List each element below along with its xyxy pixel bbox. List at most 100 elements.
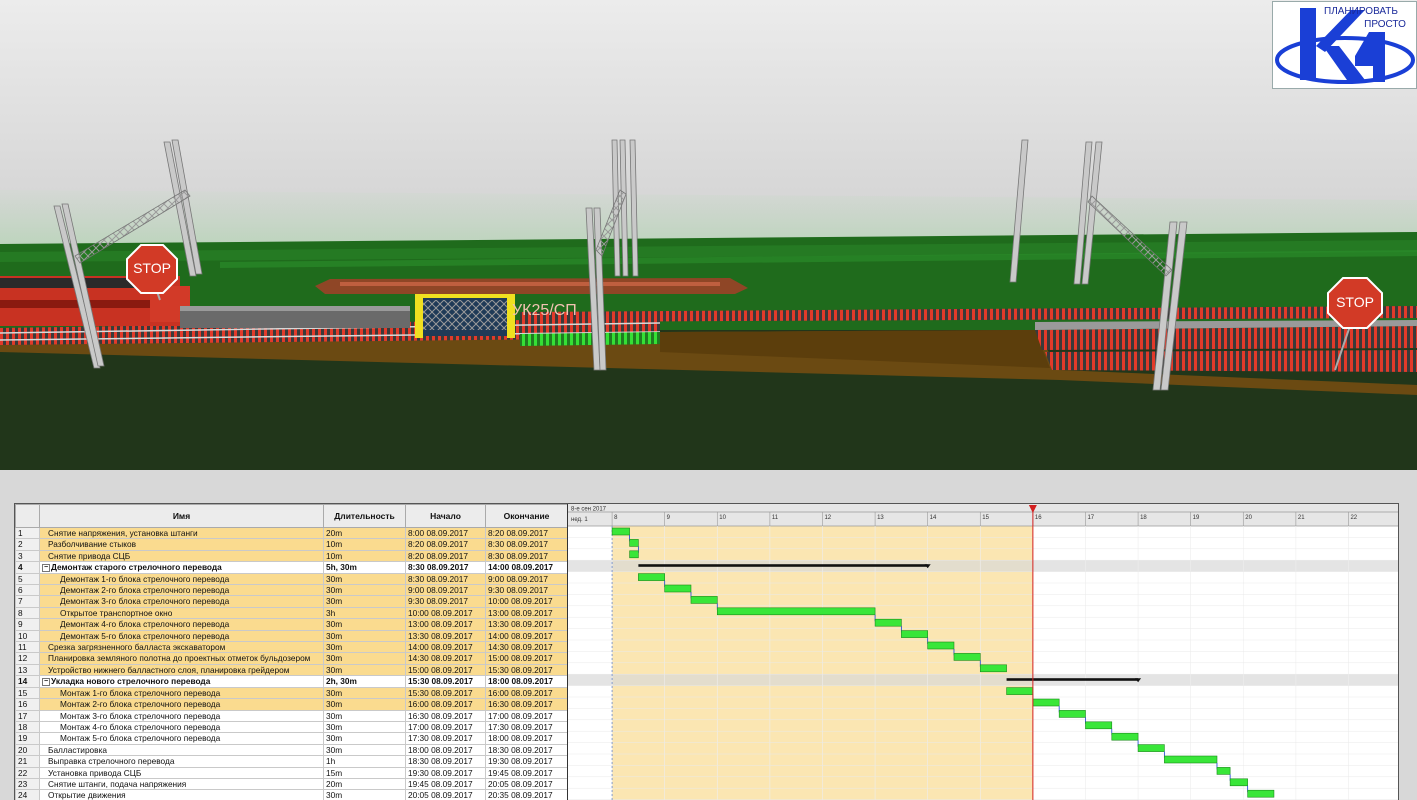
task-duration-cell[interactable]: 5h, 30m: [323, 561, 406, 574]
task-start-cell[interactable]: 17:00 08.09.2017: [405, 720, 486, 734]
task-row[interactable]: 6 Демонтаж 2-го блока стрелочного перевод…: [15, 584, 567, 597]
task-name-cell[interactable]: Устройство нижнего балластного слоя, пла…: [39, 663, 324, 677]
task-duration-cell[interactable]: 3h: [323, 606, 406, 620]
task-name-cell[interactable]: Срезка загрязненного балласта экскаватор…: [39, 641, 324, 654]
task-start-cell[interactable]: 16:00 08.09.2017: [405, 698, 486, 711]
task-start-cell[interactable]: 15:00 08.09.2017: [405, 663, 486, 677]
task-row[interactable]: 14− Укладка нового стрелочного перевода 2h…: [15, 675, 567, 688]
task-finish-cell[interactable]: 8:30 08.09.2017: [485, 549, 567, 563]
task-row[interactable]: 22 Установка привода СЦБ 15m 19:30 08.09.20…: [15, 766, 567, 779]
task-name-cell[interactable]: − Демонтаж старого стрелочного перевода: [39, 561, 324, 574]
task-duration-cell[interactable]: 10m: [323, 549, 406, 563]
task-finish-cell[interactable]: 14:30 08.09.2017: [485, 641, 567, 654]
task-row[interactable]: 4− Демонтаж старого стрелочного перевода 5…: [15, 561, 567, 574]
task-name-cell[interactable]: Монтаж 5-го блока стрелочного перевода: [39, 732, 324, 745]
task-finish-cell[interactable]: 15:00 08.09.2017: [485, 652, 567, 665]
task-start-cell[interactable]: 8:30 08.09.2017: [405, 561, 486, 574]
task-start-cell[interactable]: 15:30 08.09.2017: [405, 675, 486, 688]
task-name-cell[interactable]: Демонтаж 4-го блока стрелочного перевода: [39, 618, 324, 631]
task-finish-cell[interactable]: 16:30 08.09.2017: [485, 698, 567, 711]
task-duration-cell[interactable]: 10m: [323, 538, 406, 551]
task-row[interactable]: 23 Снятие штанги, подача напряжения 20m 19:…: [15, 777, 567, 791]
task-row[interactable]: 1 Снятие напряжения, установка штанги 20m 8…: [15, 526, 567, 540]
task-finish-cell[interactable]: 16:00 08.09.2017: [485, 686, 567, 700]
task-finish-cell[interactable]: 17:30 08.09.2017: [485, 720, 567, 734]
task-duration-cell[interactable]: 30m: [323, 789, 406, 800]
task-name-cell[interactable]: Открытие движения: [39, 789, 324, 800]
task-start-cell[interactable]: 20:05 08.09.2017: [405, 789, 486, 800]
column-header-finish[interactable]: Окончание: [485, 504, 567, 528]
task-duration-cell[interactable]: 30m: [323, 572, 406, 586]
task-finish-cell[interactable]: 9:00 08.09.2017: [485, 572, 567, 586]
task-duration-cell[interactable]: 1h: [323, 755, 406, 768]
task-finish-cell[interactable]: 14:00 08.09.2017: [485, 629, 567, 643]
task-duration-cell[interactable]: 30m: [323, 584, 406, 597]
task-duration-cell[interactable]: 20m: [323, 526, 406, 540]
task-start-cell[interactable]: 8:00 08.09.2017: [405, 526, 486, 540]
task-finish-cell[interactable]: 18:30 08.09.2017: [485, 743, 567, 757]
task-name-cell[interactable]: Демонтаж 1-го блока стрелочного перевода: [39, 572, 324, 586]
task-row[interactable]: 7 Демонтаж 3-го блока стрелочного перевод…: [15, 595, 567, 608]
task-row[interactable]: 10 Демонтаж 5-го блока стрелочного перево…: [15, 629, 567, 643]
task-row[interactable]: 20 Балластировка 30m 18:00 08.09.2017 18:30 …: [15, 743, 567, 757]
task-duration-cell[interactable]: 30m: [323, 743, 406, 757]
task-name-cell[interactable]: Монтаж 3-го блока стрелочного перевода: [39, 709, 324, 722]
task-duration-cell[interactable]: 30m: [323, 618, 406, 631]
task-row[interactable]: 13 Устройство нижнего балластного слоя, п…: [15, 663, 567, 677]
task-row[interactable]: 16 Монтаж 2-го блока стрелочного перевода…: [15, 698, 567, 711]
task-start-cell[interactable]: 8:30 08.09.2017: [405, 572, 486, 586]
task-start-cell[interactable]: 14:30 08.09.2017: [405, 652, 486, 665]
column-header-duration[interactable]: Длительность: [323, 504, 406, 528]
task-name-cell[interactable]: Демонтаж 3-го блока стрелочного перевода: [39, 595, 324, 608]
column-header-start[interactable]: Начало: [405, 504, 486, 528]
task-duration-cell[interactable]: 30m: [323, 732, 406, 745]
task-finish-cell[interactable]: 17:00 08.09.2017: [485, 709, 567, 722]
task-finish-cell[interactable]: 13:30 08.09.2017: [485, 618, 567, 631]
task-start-cell[interactable]: 13:00 08.09.2017: [405, 618, 486, 631]
task-start-cell[interactable]: 15:30 08.09.2017: [405, 686, 486, 700]
task-start-cell[interactable]: 13:30 08.09.2017: [405, 629, 486, 643]
task-start-cell[interactable]: 8:20 08.09.2017: [405, 549, 486, 563]
task-row[interactable]: 18 Монтаж 4-го блока стрелочного перевода…: [15, 720, 567, 734]
task-start-cell[interactable]: 19:45 08.09.2017: [405, 777, 486, 791]
task-name-cell[interactable]: Разболчивание стыков: [39, 538, 324, 551]
task-finish-cell[interactable]: 8:30 08.09.2017: [485, 538, 567, 551]
task-duration-cell[interactable]: 30m: [323, 698, 406, 711]
task-row[interactable]: 3 Снятие привода СЦБ 10m 8:20 08.09.2017 8:3…: [15, 549, 567, 563]
task-row[interactable]: 19 Монтаж 5-го блока стрелочного перевода…: [15, 732, 567, 745]
task-name-cell[interactable]: Монтаж 4-го блока стрелочного перевода: [39, 720, 324, 734]
task-name-cell[interactable]: Снятие штанги, подача напряжения: [39, 777, 324, 791]
task-duration-cell[interactable]: 30m: [323, 595, 406, 608]
task-finish-cell[interactable]: 9:30 08.09.2017: [485, 584, 567, 597]
task-start-cell[interactable]: 9:00 08.09.2017: [405, 584, 486, 597]
task-row[interactable]: 2 Разболчивание стыков 10m 8:20 08.09.2017 8…: [15, 538, 567, 551]
task-row[interactable]: 15 Монтаж 1-го блока стрелочного перевода…: [15, 686, 567, 700]
task-duration-cell[interactable]: 20m: [323, 777, 406, 791]
task-name-cell[interactable]: Выправка стрелочного перевода: [39, 755, 324, 768]
task-finish-cell[interactable]: 20:05 08.09.2017: [485, 777, 567, 791]
task-finish-cell[interactable]: 19:45 08.09.2017: [485, 766, 567, 779]
task-start-cell[interactable]: 18:00 08.09.2017: [405, 743, 486, 757]
task-finish-cell[interactable]: 18:00 08.09.2017: [485, 675, 567, 688]
task-name-cell[interactable]: Демонтаж 5-го блока стрелочного перевода: [39, 629, 324, 643]
task-start-cell[interactable]: 10:00 08.09.2017: [405, 606, 486, 620]
gantt-chart[interactable]: 8-е сен 2017 нед. 1 8 9 10 11 12 13 14 15 16 17 18 19…: [568, 504, 1398, 800]
task-name-cell[interactable]: Снятие привода СЦБ: [39, 549, 324, 563]
task-row[interactable]: 21 Выправка стрелочного перевода 1h 18:30 0…: [15, 755, 567, 768]
task-name-cell[interactable]: Демонтаж 2-го блока стрелочного перевода: [39, 584, 324, 597]
task-finish-cell[interactable]: 14:00 08.09.2017: [485, 561, 567, 574]
task-name-cell[interactable]: Планировка земляного полотна до проектны…: [39, 652, 324, 665]
task-start-cell[interactable]: 18:30 08.09.2017: [405, 755, 486, 768]
task-row[interactable]: 17 Монтаж 3-го блока стрелочного перевода…: [15, 709, 567, 722]
task-duration-cell[interactable]: 30m: [323, 709, 406, 722]
task-row[interactable]: 24 Открытие движения 30m 20:05 08.09.2017 20…: [15, 789, 567, 800]
task-start-cell[interactable]: 9:30 08.09.2017: [405, 595, 486, 608]
task-name-cell[interactable]: Открытое транспортное окно: [39, 606, 324, 620]
task-name-cell[interactable]: Балластировка: [39, 743, 324, 757]
task-finish-cell[interactable]: 19:30 08.09.2017: [485, 755, 567, 768]
collapse-toggle-icon[interactable]: −: [42, 678, 50, 687]
task-duration-cell[interactable]: 30m: [323, 652, 406, 665]
task-name-cell[interactable]: − Укладка нового стрелочного перевода: [39, 675, 324, 688]
task-name-cell[interactable]: Снятие напряжения, установка штанги: [39, 526, 324, 540]
task-finish-cell[interactable]: 10:00 08.09.2017: [485, 595, 567, 608]
